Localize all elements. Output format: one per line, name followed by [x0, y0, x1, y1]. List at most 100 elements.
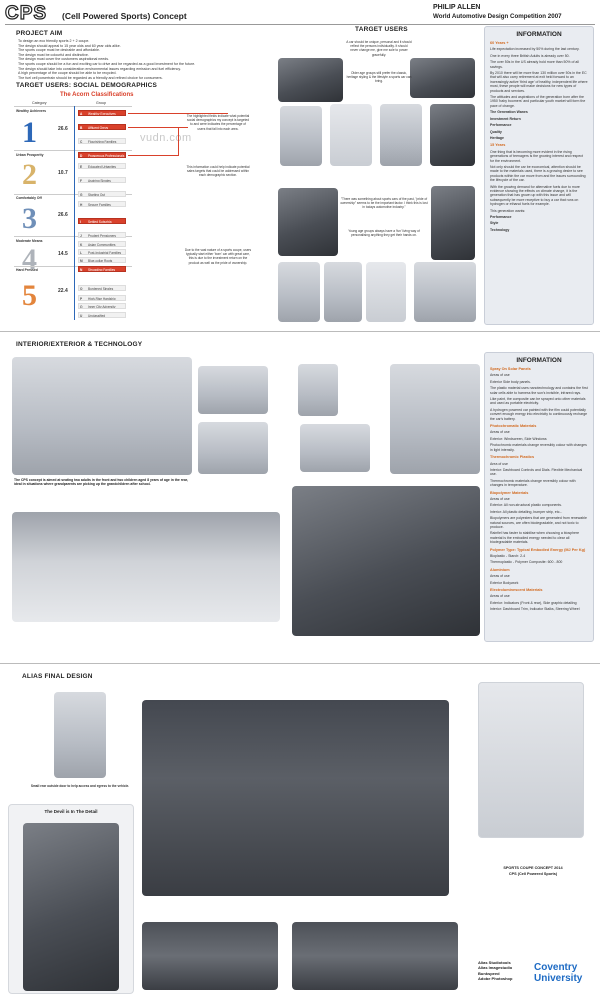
group-label: Secure Families	[88, 203, 111, 207]
category-percent: 26.6	[58, 212, 68, 218]
group-code: N	[80, 268, 83, 272]
acorn-group-cell: L Post-Industrial Families	[78, 249, 126, 255]
group-code: M	[80, 259, 83, 263]
information-list: 60 Years + Life expectation increased by …	[490, 41, 588, 232]
photo-vintage-car-man	[430, 104, 475, 166]
information-text: The attitudes and aspirations of the gen…	[490, 95, 586, 108]
information-text: Exterior: Windscreen, Side Windows	[490, 436, 547, 441]
university-line1: Coventry	[534, 962, 578, 973]
photo-young-couple	[366, 262, 406, 322]
render-exterior-side	[12, 512, 280, 622]
information-text: The over 50s in the US already hold more…	[490, 60, 579, 69]
demographics-note-highlighted: The highlighted fields indicate what pot…	[186, 114, 250, 131]
acorn-group-cell: J Prudent Pensioners	[78, 232, 126, 238]
information-text: The Generation Wanes	[490, 110, 528, 115]
information-text: Performance	[490, 123, 512, 128]
render-final-front	[478, 682, 584, 838]
connector-line	[128, 155, 178, 156]
category-number: 3	[22, 202, 37, 235]
group-label: Struggling Families	[88, 268, 116, 272]
category-number: 1	[22, 116, 37, 149]
information-text: Areas of use	[490, 430, 510, 435]
final-caption-concept: SPORTS COUPE CONCEPT 2014	[503, 866, 563, 870]
header-rule	[5, 24, 595, 25]
group-label: Educated Urbanites	[88, 165, 116, 169]
category-percent: 22.4	[58, 288, 68, 294]
header-title: (Cell Powered Sports) Concept	[62, 11, 187, 21]
photo-sports-car-woman	[410, 58, 475, 98]
target-users-quote-unique: A car should be unique, personal and it …	[346, 40, 412, 57]
information-subheading: 15 Years	[490, 143, 506, 148]
information-text: Exterior Side body panels.	[490, 379, 531, 384]
acorn-group-cell: D Prosperous Professionals	[78, 152, 126, 158]
photo-young-man	[330, 104, 372, 166]
interior-heading: INTERIOR/EXTERIOR & TECHNOLOGY	[16, 341, 143, 348]
acorn-group-cell: U Unclassified	[78, 312, 126, 318]
section-divider	[0, 663, 600, 664]
render-interior-rear	[198, 422, 268, 474]
photo-teen-girl-2	[324, 262, 362, 322]
information-text: Photochromic materials change reversibly…	[490, 443, 587, 452]
information-panel-demographics: INFORMATION 60 Years + Life expectation i…	[484, 26, 594, 325]
group-code: G	[80, 193, 83, 197]
group-code: A	[80, 112, 83, 116]
software-list: Alias Studiotools Alias Imagestudio Bunk…	[478, 960, 538, 982]
group-code: K	[80, 243, 83, 247]
information-text: The plastic material uses nanotechnology…	[490, 386, 588, 395]
acorn-group-cell: I Settled Suburbia	[78, 218, 126, 224]
acorn-group-cell: B Affluent Greys	[78, 124, 126, 130]
information-text: Areas of use	[490, 496, 510, 501]
group-code: E	[80, 165, 83, 169]
information-text: Life expectation increased by 50% during…	[490, 47, 580, 52]
photo-teen-girl-1	[278, 262, 320, 322]
group-code: Q	[80, 305, 83, 309]
information-subheading: Polymer Type: Typical Embodied Energy (M…	[490, 547, 586, 552]
information-text: Interior: Dashboard Controls and Dials. …	[490, 467, 583, 477]
render-final-hero	[142, 700, 449, 896]
acorn-group-cell: N Struggling Families	[78, 266, 126, 272]
acorn-group-cell: O Burdened Singles	[78, 285, 126, 291]
information-subheading: Biopolymer Materials	[490, 490, 529, 495]
acorn-group-cell: P High-Rise Hardship	[78, 295, 126, 301]
render-interior-seating	[12, 357, 192, 475]
target-users-quote-young: Young age groups always have a 'fun' liv…	[348, 229, 420, 238]
information-panel-materials: INFORMATION Spray On Solar Panels Areas o…	[484, 352, 594, 642]
group-code: P	[80, 297, 83, 301]
information-text: Bioplastic - Starch: 2-4	[490, 554, 526, 558]
group-label: Affluent Greys	[88, 126, 109, 130]
group-code: I	[80, 220, 81, 224]
photo-car-dashboard	[431, 186, 475, 260]
acorn-group-cell: E Educated Urbanites	[78, 163, 126, 169]
group-code: F	[80, 179, 82, 183]
information-text: Rainfiel has faster to stabilise when ch…	[490, 531, 580, 545]
information-text: This generation wants:	[490, 208, 526, 213]
information-text: Performance	[490, 215, 512, 219]
render-side-door-open	[292, 922, 458, 990]
demographic-band	[14, 150, 132, 151]
coventry-university-logo: Coventry University	[534, 962, 596, 984]
information-subheading: Photochromatic Materials	[490, 424, 537, 429]
photo-teen-boy	[414, 262, 476, 322]
information-subheading: Thermochromic Plastics	[490, 455, 535, 460]
photo-older-man	[280, 106, 322, 166]
photo-classic-car-couple	[278, 58, 343, 102]
information-text: Area of use	[490, 461, 508, 466]
col-group: Group	[96, 101, 106, 105]
software-item: Adobe Photoshop	[478, 976, 513, 982]
university-line2: University	[534, 973, 583, 984]
group-label: Aspiring Singles	[88, 179, 111, 183]
acorn-group-cell: Q Inner City Adversity	[78, 303, 126, 309]
final-caption-cps: CPS (Cell Powered Sports)	[508, 872, 558, 876]
information-text: By 2010 there will be more than 130 mill…	[490, 71, 588, 93]
acorn-group-cell: C Flourishing Families	[78, 138, 126, 144]
group-label: Prudent Pensioners	[88, 234, 116, 238]
render-rear-three-quarter	[142, 922, 278, 990]
table-vertical-rule	[74, 106, 75, 320]
information-text: One thing that is becoming more evident …	[490, 149, 584, 163]
target-users-heading: TARGET USERS	[355, 26, 408, 33]
acorn-group-cell: A Wealthy Executives	[78, 110, 126, 116]
demographic-band	[14, 106, 132, 107]
group-label: Inner City Adversity	[88, 305, 116, 309]
information-text: Technology	[490, 227, 510, 232]
information-subheading: Electroluminescent Materials	[490, 588, 543, 593]
